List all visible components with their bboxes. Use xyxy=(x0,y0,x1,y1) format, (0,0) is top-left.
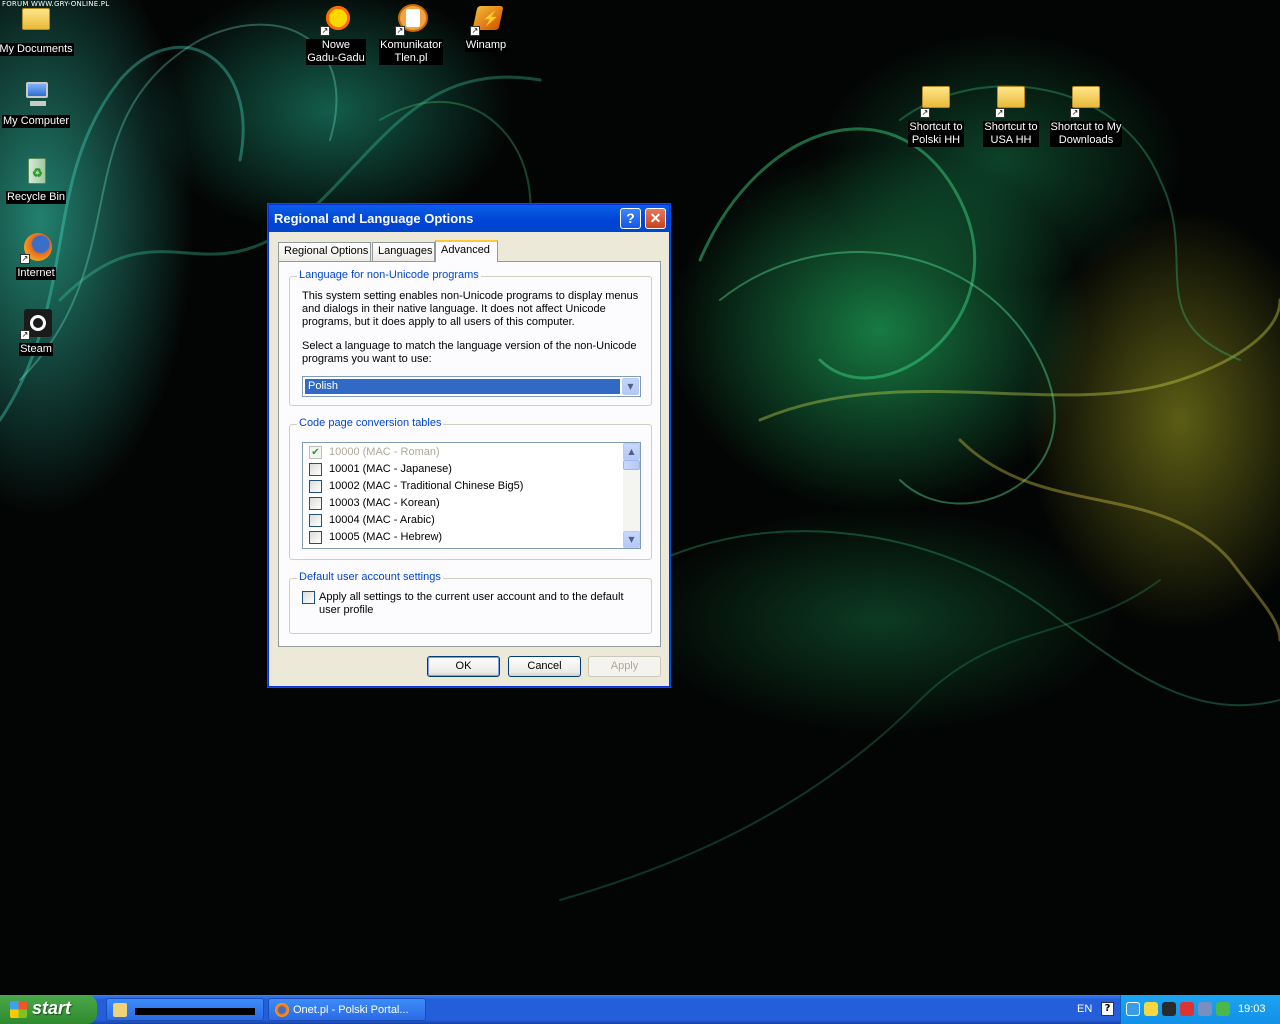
tab-regional-options[interactable]: Regional Options xyxy=(278,242,371,261)
desktop-icon-shortcut-usa-hh[interactable]: ↗ Shortcut to USA HH xyxy=(973,80,1049,147)
cancel-button[interactable]: Cancel xyxy=(508,656,581,677)
taskbar-button-label: Onet.pl - Polski Portal... xyxy=(293,1004,409,1016)
help-icon[interactable]: ? xyxy=(1101,1002,1114,1016)
apply-all-checkbox[interactable] xyxy=(302,591,315,604)
scroll-up-icon[interactable]: ▲ xyxy=(623,443,640,460)
my-documents-icon xyxy=(20,8,52,40)
regional-language-options-dialog: Regional and Language Options ? ✕ Region… xyxy=(268,204,670,687)
gadu-gadu-icon: ↗ xyxy=(320,4,352,36)
default-user-group: Default user account settings Apply all … xyxy=(289,571,652,634)
checkbox[interactable] xyxy=(309,463,322,476)
scrollbar-thumb[interactable] xyxy=(623,460,640,470)
default-user-group-title: Default user account settings xyxy=(297,571,443,583)
firefox-icon xyxy=(275,1003,289,1017)
language-dropdown-value: Polish xyxy=(304,378,621,395)
desktop-icon-internet[interactable]: ↗ Internet xyxy=(0,232,74,280)
vertical-scrollbar[interactable]: ▲ ▼ xyxy=(623,443,640,548)
shortcut-arrow-icon: ↗ xyxy=(920,108,930,118)
desktop-icon-label: My Computer xyxy=(1,115,71,128)
checkbox[interactable] xyxy=(309,531,322,544)
desktop-icon-gadu-gadu[interactable]: ↗ Nowe Gadu-Gadu xyxy=(298,4,374,65)
ok-button[interactable]: OK xyxy=(427,656,500,677)
firefox-icon: ↗ xyxy=(20,232,52,264)
desktop-icon-shortcut-downloads[interactable]: ↗ Shortcut to My Downloads xyxy=(1048,80,1124,147)
help-button[interactable]: ? xyxy=(620,208,641,229)
desktop-icon-label: My Documents xyxy=(0,43,74,56)
desktop-icon-tlen[interactable]: ↗ Komunikator Tlen.pl xyxy=(373,4,449,65)
checkbox[interactable] xyxy=(309,497,322,510)
checkbox-checked-icon: ✔ xyxy=(309,446,322,459)
tray-app-icon[interactable] xyxy=(1216,1002,1230,1016)
my-computer-icon xyxy=(20,80,52,112)
desktop-icon-label: Recycle Bin xyxy=(5,191,67,204)
start-button[interactable]: start xyxy=(0,995,97,1024)
desktop-icon-label: Shortcut to USA HH xyxy=(983,121,1039,147)
language-select-instruction: Select a language to match the language … xyxy=(302,340,637,365)
redacted-label xyxy=(135,1008,255,1015)
desktop-icon-label: Steam xyxy=(19,343,53,356)
folder-icon: ↗ xyxy=(1070,86,1102,118)
help-icon: ? xyxy=(626,210,635,226)
shortcut-arrow-icon: ↗ xyxy=(995,108,1005,118)
codepage-group-title: Code page conversion tables xyxy=(297,417,444,429)
close-button[interactable]: ✕ xyxy=(645,208,666,229)
desktop-icon-label: Komunikator Tlen.pl xyxy=(379,39,443,65)
windows-logo-icon xyxy=(10,1001,27,1018)
dialog-titlebar[interactable]: Regional and Language Options ? ✕ xyxy=(269,205,669,232)
desktop-icon-label: Winamp xyxy=(464,39,508,52)
folder-icon: ↗ xyxy=(920,86,952,118)
antivirus-icon[interactable] xyxy=(1180,1002,1194,1016)
desktop-icon-label: Internet xyxy=(16,267,56,280)
desktop-icon-label: Shortcut to Polski HH xyxy=(908,121,964,147)
tab-languages[interactable]: Languages xyxy=(372,242,435,261)
security-shield-icon[interactable] xyxy=(1144,1002,1158,1016)
desktop-icon-recycle-bin[interactable]: ♻ Recycle Bin xyxy=(0,156,74,204)
shortcut-arrow-icon: ↗ xyxy=(20,254,30,264)
chevron-down-icon[interactable]: ▼ xyxy=(622,378,639,395)
desktop-icon-shortcut-polski-hh[interactable]: ↗ Shortcut to Polski HH xyxy=(898,80,974,147)
shortcut-arrow-icon: ↗ xyxy=(20,330,30,340)
checkbox[interactable] xyxy=(309,480,322,493)
close-icon: ✕ xyxy=(649,210,662,226)
nonunicode-group: Language for non-Unicode programs This s… xyxy=(289,269,652,406)
desktop-icon-steam[interactable]: ↗ Steam xyxy=(0,308,74,356)
desktop-icon-winamp[interactable]: ⚡ ↗ Winamp xyxy=(448,4,524,52)
advanced-tab-panel: Language for non-Unicode programs This s… xyxy=(278,261,661,647)
desktop-icon-label: Nowe Gadu-Gadu xyxy=(306,39,366,65)
start-label: start xyxy=(32,998,72,1018)
tlen-icon: ↗ xyxy=(395,4,428,36)
taskbar-button-onet[interactable]: Onet.pl - Polski Portal... xyxy=(268,998,426,1021)
apply-all-label[interactable]: Apply all settings to the current user a… xyxy=(319,591,639,617)
recycle-bin-icon: ♻ xyxy=(20,156,52,188)
language-dropdown[interactable]: Polish ▼ xyxy=(302,376,641,397)
scroll-down-icon[interactable]: ▼ xyxy=(623,531,640,548)
folder-icon xyxy=(113,1003,127,1017)
desktop-icon-my-documents[interactable]: My Documents xyxy=(0,4,74,56)
network-icon[interactable] xyxy=(1198,1002,1212,1016)
shortcut-arrow-icon: ↗ xyxy=(395,26,405,36)
desktop-icon-label: Shortcut to My Downloads xyxy=(1049,121,1123,147)
shortcut-arrow-icon: ↗ xyxy=(470,26,480,36)
steam-icon: ↗ xyxy=(20,308,52,340)
nonunicode-group-title: Language for non-Unicode programs xyxy=(297,269,481,281)
dialog-title: Regional and Language Options xyxy=(274,211,474,226)
codepage-list[interactable]: ✔ 10000 (MAC - Roman) 10001 (MAC - Japan… xyxy=(302,442,641,549)
checkbox[interactable] xyxy=(309,514,322,527)
steam-tray-icon[interactable] xyxy=(1162,1002,1176,1016)
winamp-icon: ⚡ ↗ xyxy=(470,4,504,36)
nonunicode-description: This system setting enables non-Unicode … xyxy=(302,290,639,328)
desktop-icon-my-computer[interactable]: My Computer xyxy=(0,80,74,128)
language-indicator[interactable]: EN xyxy=(1077,1003,1092,1015)
apply-button[interactable]: Apply xyxy=(588,656,661,677)
tray-expand-icon[interactable] xyxy=(1126,1002,1140,1016)
codepage-group: Code page conversion tables ✔ 10000 (MAC… xyxy=(289,417,652,560)
taskbar-button-folder[interactable] xyxy=(106,998,264,1021)
shortcut-arrow-icon: ↗ xyxy=(320,26,330,36)
clock[interactable]: 19:03 xyxy=(1238,1003,1266,1015)
shortcut-arrow-icon: ↗ xyxy=(1070,108,1080,118)
tab-advanced[interactable]: Advanced xyxy=(435,240,498,262)
folder-icon: ↗ xyxy=(995,86,1027,118)
